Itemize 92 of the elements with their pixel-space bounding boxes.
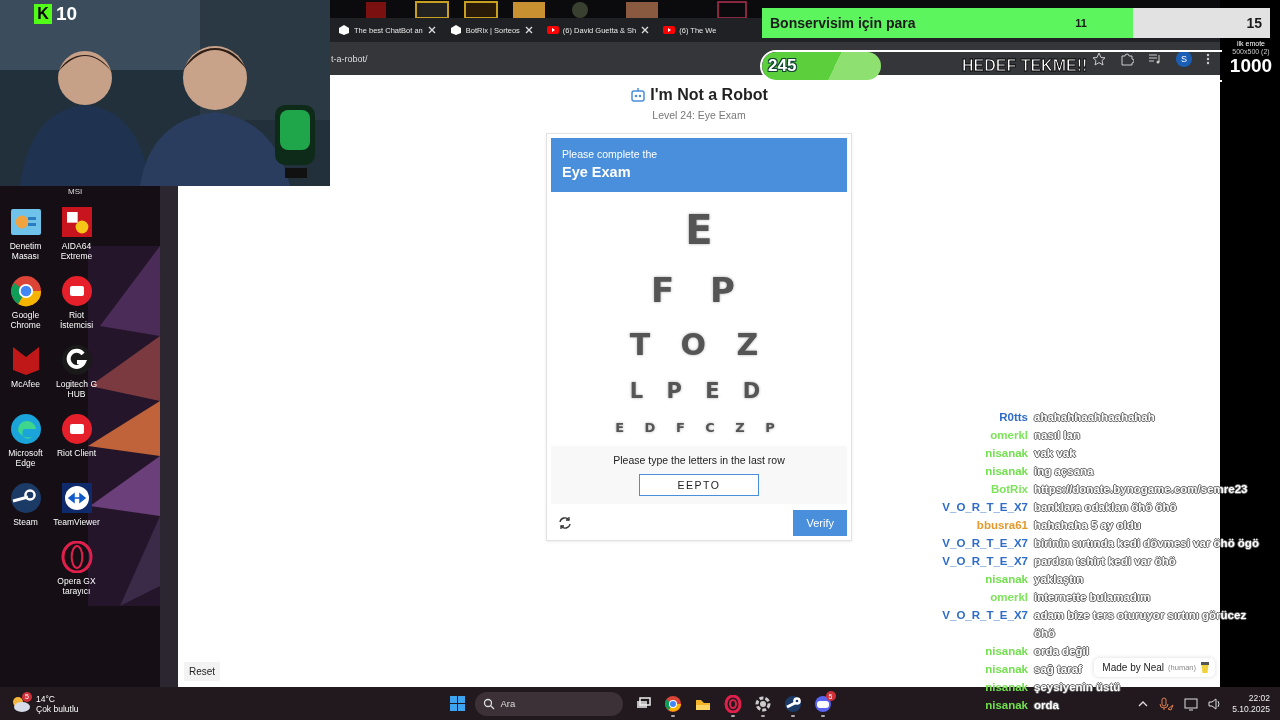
search-icon xyxy=(482,697,495,710)
close-icon[interactable] xyxy=(523,25,534,35)
reset-button[interactable]: Reset xyxy=(184,662,221,681)
chat-message: yaklaştın xyxy=(1034,572,1084,588)
chat-message: banklara odaklan öhö öhö xyxy=(1034,500,1177,515)
desktop-shortcut[interactable]: Denetim Masası xyxy=(0,206,51,261)
desktop-shortcut[interactable]: Steam xyxy=(0,482,51,527)
desktop-shortcut[interactable]: Microsoft Edge xyxy=(0,413,51,468)
eye-chart-row: L P E D xyxy=(629,379,769,404)
page-title: I'm Not a Robot xyxy=(650,86,768,104)
desktop-icon-label: MSI xyxy=(68,187,83,196)
volume-icon[interactable] xyxy=(1208,696,1223,711)
chrome-icon[interactable] xyxy=(663,694,682,713)
teamviewer-icon[interactable] xyxy=(60,482,93,514)
chat-message: hahahaha 5 ay oldu xyxy=(1034,518,1141,534)
goal-title: HEDEF TEKME!! xyxy=(962,57,1088,75)
video-icon xyxy=(546,24,559,36)
media-icon[interactable] xyxy=(1148,51,1162,66)
chat-username: BotRix xyxy=(990,482,1028,497)
header-title: Eye Exam xyxy=(562,164,632,180)
chat-username: omerkl xyxy=(990,428,1028,443)
chat-username: V_O_R_T_E_X7 xyxy=(942,608,1028,623)
video-icon xyxy=(663,24,676,36)
chat-username: nisanak xyxy=(985,446,1028,461)
close-icon[interactable] xyxy=(426,25,437,35)
chat-message: pardon tshirt kedi var öhö xyxy=(1034,554,1176,570)
close-icon[interactable] xyxy=(640,25,651,35)
chat-message: internette bulamadım xyxy=(1034,590,1151,605)
goal-label: Bonservisim için para xyxy=(770,15,916,31)
chat-message: vak vak xyxy=(1034,446,1076,461)
logitech-icon[interactable] xyxy=(60,344,93,376)
chat-username: V_O_R_T_E_X7 xyxy=(942,554,1028,569)
desktop-shortcut[interactable]: TeamViewer xyxy=(51,482,102,527)
chat-username: omerkl xyxy=(990,590,1028,605)
eye-chart-row: F P xyxy=(651,269,747,310)
chat-username: nisanak xyxy=(985,572,1028,587)
chat-username: nisanak xyxy=(985,644,1028,659)
desktop-shortcut[interactable]: AIDA64 Extreme xyxy=(51,206,102,261)
opera-icon[interactable] xyxy=(60,541,93,573)
windows-start-icon[interactable] xyxy=(449,696,465,711)
desktop-shortcut[interactable]: Opera GX tarayıcı xyxy=(51,541,102,596)
microphone-icon[interactable] xyxy=(1159,696,1175,711)
chat-message: orda xyxy=(1034,698,1059,713)
star-icon[interactable] xyxy=(1092,51,1106,66)
chat-username: bbusra61 xyxy=(976,518,1028,533)
chat-message: ing açsana xyxy=(1034,464,1094,480)
address-field[interactable]: t-a-robot/ xyxy=(331,53,368,64)
steam-icon[interactable] xyxy=(783,694,802,713)
goal-current: 245 xyxy=(768,56,797,76)
refresh-icon[interactable] xyxy=(557,515,573,531)
goal-current: 11 xyxy=(1075,17,1087,29)
instruction-text: Please type the letters in the last row xyxy=(613,454,785,466)
cup-icon xyxy=(1200,661,1210,674)
edge-icon[interactable] xyxy=(9,413,42,445)
goal-target: 15 xyxy=(1246,15,1262,31)
chat-username: nisanak xyxy=(985,662,1028,677)
chat-message: orda değil xyxy=(1034,644,1089,660)
chat-username: nisanak xyxy=(985,698,1028,713)
chat-message: sağ taraf xyxy=(1034,662,1082,678)
chat-username: R0tts xyxy=(999,410,1028,425)
eye-chart-row: T O Z xyxy=(629,326,769,362)
chrome-icon[interactable] xyxy=(9,275,42,307)
network-icon[interactable] xyxy=(1184,696,1199,711)
steam-icon[interactable] xyxy=(9,482,42,514)
eye-chart-row: E xyxy=(685,206,713,253)
fist-icon[interactable] xyxy=(60,275,93,307)
fist-icon[interactable] xyxy=(60,413,93,445)
chat-message: nasıl lan xyxy=(1034,428,1081,443)
robot-icon xyxy=(630,87,647,103)
gear-icon[interactable] xyxy=(753,694,772,713)
control-panel-icon[interactable] xyxy=(9,206,42,238)
goal-target: 1000 xyxy=(1229,55,1273,77)
search-field[interactable]: Ara xyxy=(474,691,623,716)
level-subtitle: Level 24: Eye Exam xyxy=(652,109,746,121)
opera-icon[interactable] xyxy=(723,694,742,713)
clock[interactable]: 22:02 5.10.2025 xyxy=(1232,692,1270,715)
header-text: Please complete the xyxy=(562,148,659,160)
desktop-shortcut[interactable]: Riot Client xyxy=(51,413,102,468)
chat-username: V_O_R_T_E_X7 xyxy=(942,536,1028,551)
chat-message: ahahahhaahhaahahah xyxy=(1034,410,1155,425)
discord-icon[interactable] xyxy=(813,694,832,713)
answer-field[interactable]: EEPTO xyxy=(639,474,759,496)
desktop-shortcut[interactable]: Riot İstemcisi xyxy=(51,275,102,330)
menu-icon[interactable] xyxy=(1206,52,1210,65)
desktop-shortcut[interactable]: Google Chrome xyxy=(0,275,51,330)
chat-username: V_O_R_T_E_X7 xyxy=(942,500,1028,515)
eye-chart-row: E D F C Z P xyxy=(615,420,783,436)
desktop-shortcut[interactable]: McAfee xyxy=(0,344,51,399)
puzzle-icon[interactable] xyxy=(1120,51,1134,66)
chat-username: nisanak xyxy=(985,464,1028,479)
desktop-shortcut[interactable]: Logitech G HUB xyxy=(51,344,102,399)
aida-icon[interactable] xyxy=(60,206,93,238)
